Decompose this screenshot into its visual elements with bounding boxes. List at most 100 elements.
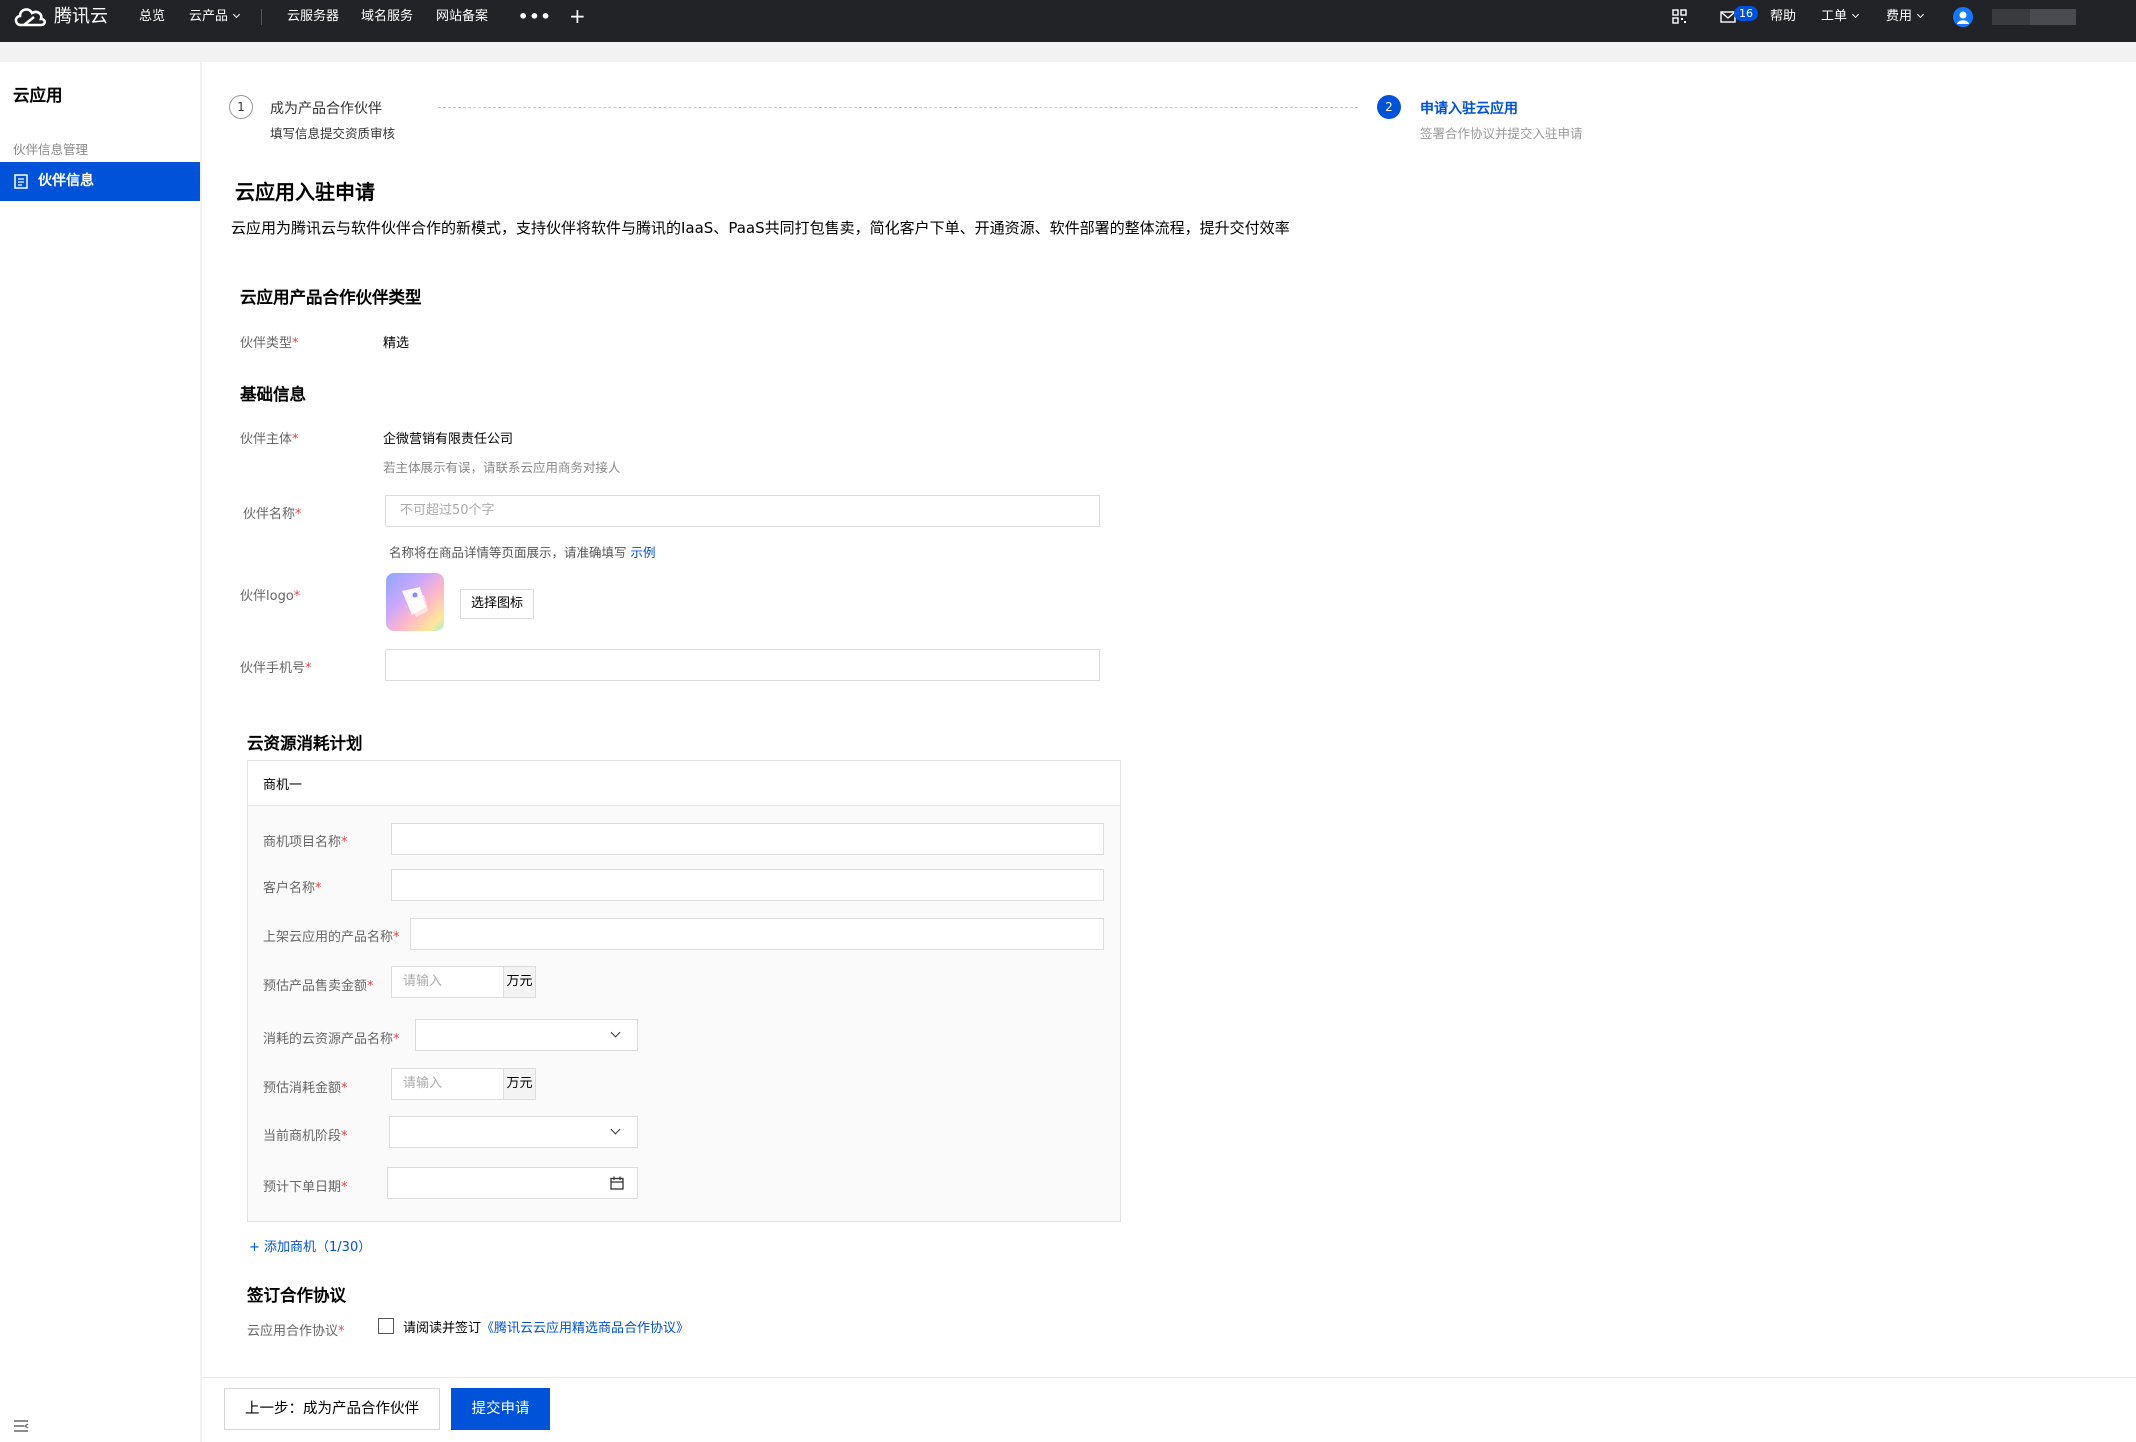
- partner-logo-label: 伙伴logo*: [240, 589, 301, 604]
- consume-amount-label-text: 预估消耗金额: [263, 1081, 342, 1096]
- page-title: 云应用入驻申请: [235, 180, 375, 204]
- partner-name-hint: 名称将在商品详情等页面展示，请准确填写 示例: [389, 542, 656, 561]
- consume-amount-input[interactable]: 请输入 万元: [391, 1068, 536, 1100]
- ticket-label: 工单: [1821, 9, 1848, 24]
- agreement-link[interactable]: 《腾讯云云应用精选商品合作协议》: [481, 1321, 689, 1336]
- sidebar-group-label: 伙伴信息管理: [13, 142, 89, 157]
- deal-stage-label-text: 当前商机阶段: [263, 1129, 342, 1144]
- billing-label: 费用: [1886, 9, 1913, 24]
- sales-amount-placeholder: 请输入: [403, 974, 443, 989]
- product-name-label-text: 上架云应用的产品名称: [263, 930, 394, 945]
- account-name-redacted-2: [2030, 9, 2076, 25]
- section-agreement: 签订合作协议: [247, 1286, 346, 1305]
- partner-name-input[interactable]: 不可超过50个字: [385, 495, 1100, 527]
- billing-menu[interactable]: 费用: [1886, 0, 1925, 33]
- partner-name-placeholder: 不可超过50个字: [400, 503, 495, 518]
- resource-product-select[interactable]: [415, 1019, 638, 1051]
- submit-button[interactable]: 提交申请: [451, 1388, 550, 1430]
- nav-divider: [261, 9, 262, 25]
- partner-name-hint-text: 名称将在商品详情等页面展示，请准确填写: [389, 545, 627, 560]
- sidebar: 云应用 伙伴信息管理 伙伴信息: [0, 62, 200, 1442]
- logo-text: 腾讯云: [54, 6, 108, 27]
- project-name-label-text: 商机项目名称: [263, 835, 342, 850]
- sales-amount-label-text: 预估产品售卖金额: [263, 979, 368, 994]
- cloud-logo-icon: [14, 8, 47, 27]
- help-link[interactable]: 帮助: [1770, 0, 1796, 33]
- ticket-menu[interactable]: 工单: [1821, 0, 1860, 33]
- partner-type-value: 精选: [383, 336, 410, 351]
- partner-logo-image: [386, 573, 444, 631]
- product-name-label: 上架云应用的产品名称*: [263, 930, 400, 945]
- nav-products[interactable]: 云产品: [189, 0, 241, 33]
- collapse-sidebar-icon[interactable]: [13, 1419, 29, 1433]
- order-date-label-text: 预计下单日期: [263, 1180, 342, 1195]
- deal-stage-select[interactable]: [389, 1116, 638, 1148]
- page-intro: 云应用为腾讯云与软件伙伴合作的新模式，支持伙伴将软件与腾讯的IaaS、PaaS共…: [231, 219, 1290, 237]
- tag-logo-icon: [402, 587, 428, 617]
- partner-phone-label-text: 伙伴手机号: [240, 661, 306, 676]
- step-1-number: 1: [229, 95, 253, 119]
- message-count-badge: 16: [1734, 6, 1758, 21]
- choose-icon-button[interactable]: 选择图标: [460, 589, 534, 619]
- agreement-text: 请阅读并签订《腾讯云云应用精选商品合作协议》: [403, 1317, 689, 1336]
- section-resource-plan: 云资源消耗计划: [247, 734, 363, 753]
- consume-amount-placeholder: 请输入: [403, 1076, 443, 1091]
- partner-name-label-text: 伙伴名称: [243, 507, 296, 522]
- chevron-down-icon: [1851, 10, 1860, 19]
- sidebar-item-label: 伙伴信息: [38, 173, 94, 189]
- nav-cvm[interactable]: 云服务器: [287, 0, 339, 33]
- example-link[interactable]: 示例: [631, 545, 656, 560]
- nav-domain[interactable]: 域名服务: [361, 0, 413, 33]
- sales-amount-input[interactable]: 请输入 万元: [391, 966, 536, 998]
- sidebar-title: 云应用: [13, 86, 63, 105]
- add-opportunity-link[interactable]: + 添加商机（1/30）: [249, 1236, 371, 1255]
- step-2-number: 2: [1377, 95, 1401, 119]
- consume-amount-unit: 万元: [503, 1069, 535, 1099]
- step-2-desc: 签署合作协议并提交入驻申请: [1420, 126, 1583, 141]
- nav-icp[interactable]: 网站备案: [436, 0, 488, 33]
- chevron-down-icon: [232, 10, 241, 19]
- resource-product-label-text: 消耗的云资源产品名称: [263, 1032, 394, 1047]
- step-connector: [438, 107, 1358, 108]
- top-navbar: 腾讯云 总览 云产品 云服务器 域名服务 网站备案 ••• + 16 帮助 工单…: [0, 0, 2136, 42]
- previous-step-button[interactable]: 上一步：成为产品合作伙伴: [224, 1388, 440, 1430]
- add-icon[interactable]: +: [569, 0, 586, 33]
- agreement-checkbox[interactable]: [378, 1318, 394, 1334]
- section-basic-info: 基础信息: [240, 385, 306, 404]
- partner-type-label: 伙伴类型*: [240, 336, 299, 351]
- partner-entity-label: 伙伴主体*: [240, 432, 299, 447]
- customer-name-label-text: 客户名称: [263, 881, 316, 896]
- main-content: 1 成为产品合作伙伴 填写信息提交资质审核 2 申请入驻云应用 签署合作协议并提…: [202, 62, 2136, 1442]
- tencent-cloud-logo[interactable]: 腾讯云: [12, 4, 112, 30]
- nav-products-label: 云产品: [189, 9, 229, 24]
- product-name-input[interactable]: [410, 918, 1104, 950]
- partner-phone-input[interactable]: [385, 649, 1100, 681]
- document-icon: [14, 174, 28, 189]
- nav-overview[interactable]: 总览: [139, 0, 165, 33]
- avatar[interactable]: [1953, 7, 1973, 27]
- user-icon: [1957, 11, 1969, 24]
- partner-entity-hint: 若主体展示有误，请联系云应用商务对接人: [383, 460, 621, 475]
- sales-amount-unit: 万元: [503, 967, 535, 997]
- chevron-down-icon: [610, 1124, 621, 1135]
- partner-entity-value: 企微营销有限责任公司: [383, 432, 514, 447]
- project-name-label: 商机项目名称*: [263, 835, 348, 850]
- consume-amount-label: 预估消耗金额*: [263, 1081, 348, 1096]
- step-1: 1 成为产品合作伙伴 填写信息提交资质审核: [229, 95, 429, 145]
- project-name-input[interactable]: [391, 823, 1104, 855]
- more-icon[interactable]: •••: [518, 0, 552, 33]
- footer-divider: [202, 1377, 2136, 1378]
- step-2-title: 申请入驻云应用: [1420, 101, 1518, 117]
- message-button[interactable]: 16: [1720, 6, 1760, 28]
- opportunity-card-title: 商机一: [263, 778, 303, 793]
- agreement-label: 云应用合作协议*: [247, 1324, 345, 1339]
- agreement-label-text: 云应用合作协议: [247, 1324, 339, 1339]
- partner-entity-label-text: 伙伴主体: [240, 432, 293, 447]
- order-date-picker[interactable]: [387, 1167, 638, 1199]
- step-1-desc: 填写信息提交资质审核: [270, 126, 396, 141]
- partner-logo-label-text: 伙伴logo: [240, 589, 294, 604]
- qrcode-icon[interactable]: [1672, 9, 1687, 24]
- sidebar-item-partner-info[interactable]: 伙伴信息: [0, 162, 200, 201]
- section-partner-type: 云应用产品合作伙伴类型: [240, 288, 422, 307]
- customer-name-input[interactable]: [391, 869, 1104, 901]
